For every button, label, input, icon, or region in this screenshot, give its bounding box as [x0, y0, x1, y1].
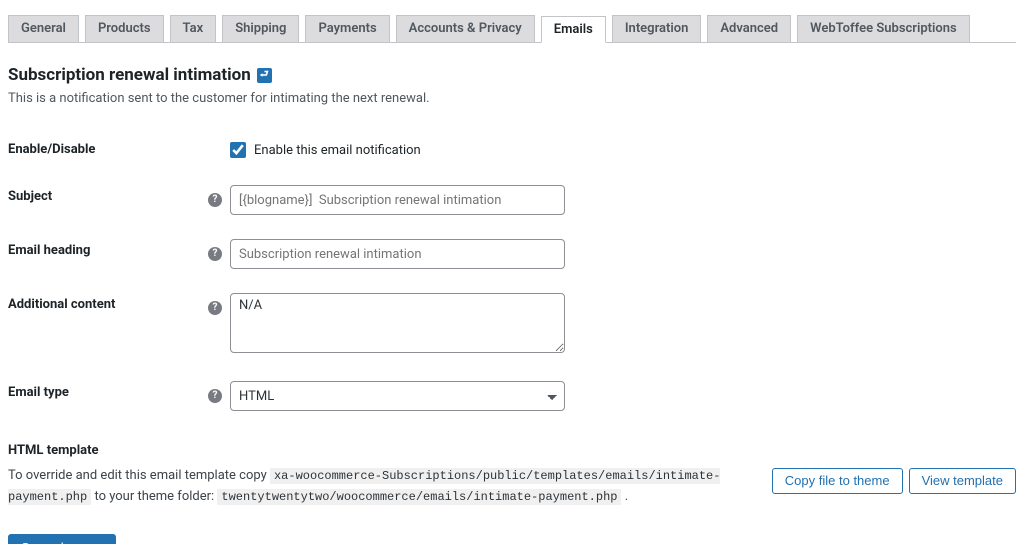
tab-products[interactable]: Products	[85, 15, 164, 42]
tab-accounts-privacy[interactable]: Accounts & Privacy	[396, 15, 535, 42]
page-title-text: Subscription renewal intimation	[8, 65, 251, 85]
help-icon[interactable]: ?	[208, 247, 222, 261]
email-type-select[interactable]: HTML	[230, 381, 565, 411]
email-heading-input[interactable]	[230, 239, 565, 269]
enable-checkbox[interactable]	[230, 142, 246, 158]
help-icon[interactable]: ?	[208, 193, 222, 207]
page-title: Subscription renewal intimation ⮐	[8, 65, 1016, 85]
help-icon[interactable]: ?	[208, 301, 222, 315]
email-type-label: Email type	[8, 369, 208, 423]
copy-file-to-theme-button[interactable]: Copy file to theme	[772, 468, 903, 494]
additional-content-textarea[interactable]: N/A	[230, 293, 565, 353]
template-override-text: To override and edit this email template…	[8, 466, 760, 508]
tab-shipping[interactable]: Shipping	[222, 15, 299, 42]
tab-integration[interactable]: Integration	[612, 15, 702, 42]
tab-tax[interactable]: Tax	[170, 15, 217, 42]
enable-checkbox-label: Enable this email notification	[254, 143, 421, 158]
subject-input[interactable]	[230, 185, 565, 215]
enable-checkbox-row[interactable]: Enable this email notification	[230, 138, 1016, 158]
additional-content-label: Additional content	[8, 281, 208, 369]
html-template-heading: HTML template	[8, 443, 1016, 458]
page-description: This is a notification sent to the custo…	[8, 91, 1016, 106]
settings-tabs: General Products Tax Shipping Payments A…	[8, 0, 1016, 43]
save-changes-button[interactable]: Save changes	[8, 534, 116, 544]
settings-form: Enable/Disable Enable this email notific…	[8, 126, 1016, 423]
help-icon[interactable]: ?	[208, 389, 222, 403]
tab-webtoffee-subscriptions[interactable]: WebToffee Subscriptions	[797, 15, 970, 42]
template-dest-path: twentytwentytwo/woocommerce/emails/intim…	[217, 489, 621, 505]
email-heading-label: Email heading	[8, 227, 208, 281]
tab-emails[interactable]: Emails	[541, 16, 606, 43]
subject-label: Subject	[8, 173, 208, 227]
view-template-button[interactable]: View template	[909, 468, 1016, 494]
tab-general[interactable]: General	[8, 15, 79, 42]
tab-advanced[interactable]: Advanced	[707, 15, 791, 42]
enable-disable-label: Enable/Disable	[8, 126, 208, 173]
tab-payments[interactable]: Payments	[305, 15, 389, 42]
back-icon[interactable]: ⮐	[257, 68, 272, 83]
